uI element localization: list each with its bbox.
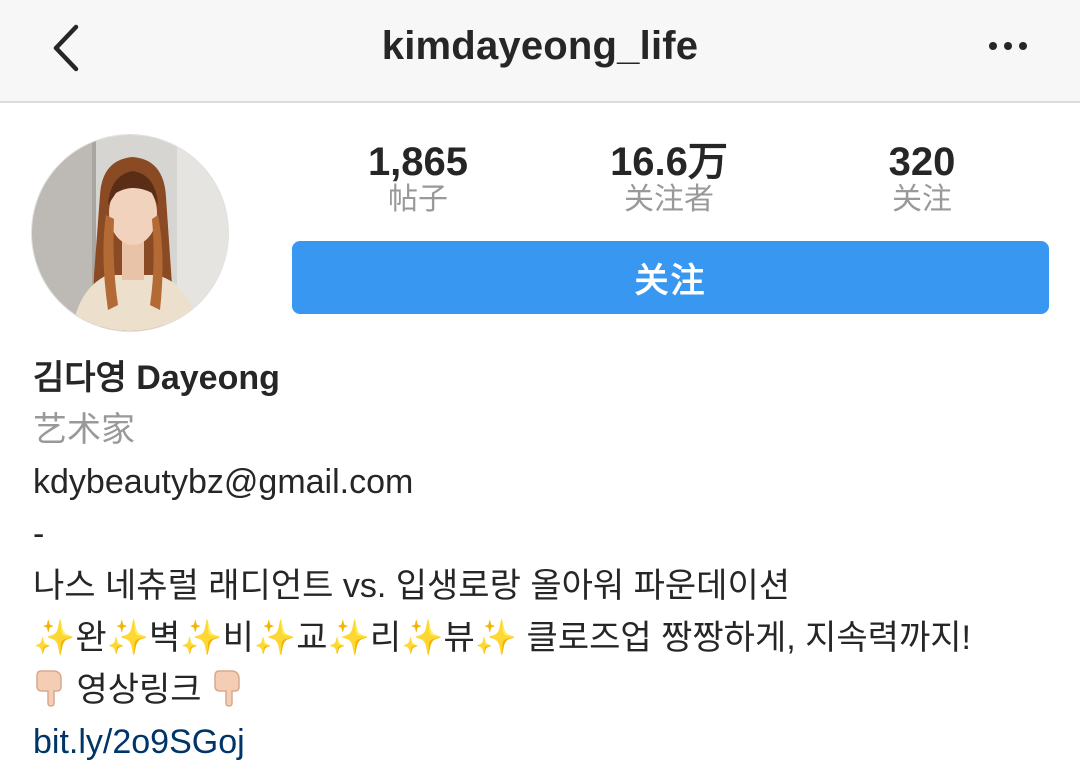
posts-count: 1,865	[367, 140, 469, 184]
review-char: 벽	[148, 619, 181, 657]
back-button[interactable]	[40, 20, 90, 76]
sparkles-icon: ✨	[253, 619, 297, 657]
followers-label: 关注者	[624, 183, 714, 216]
video-link-label: 영상링크	[76, 671, 202, 709]
profile-username-title: kimdayeong_life	[381, 24, 699, 68]
category-label: 艺术家	[33, 411, 135, 449]
sparkles-icon: ✨	[474, 619, 518, 657]
followers-stat[interactable]: 16.6万 关注者	[559, 140, 779, 218]
avatar-photo	[32, 135, 228, 331]
bio-text-line-2: ✨완✨벽✨비✨교✨리✨뷰✨ 클로즈업 짱짱하게, 지속력까지!	[33, 612, 1063, 664]
posts-stat[interactable]: 1,865 帖子	[308, 140, 528, 218]
review-char: 완	[75, 619, 107, 657]
review-char: 비	[222, 619, 254, 657]
bio-separator: -	[33, 515, 45, 553]
more-options-button[interactable]	[978, 26, 1038, 66]
sparkles-icon: ✨	[401, 619, 444, 657]
posts-label: 帖子	[388, 183, 448, 216]
sparkles-icon: ✨	[180, 619, 223, 657]
profile-avatar[interactable]	[31, 134, 229, 332]
review-char: 리	[369, 619, 402, 657]
top-nav-bar: kimdayeong_life	[0, 0, 1080, 103]
sparkles-icon: ✨	[106, 619, 149, 657]
sparkles-icon: ✨	[33, 619, 76, 657]
following-label: 关注	[892, 183, 952, 216]
profile-bio: 김다영 Dayeong 艺术家 kdybeautybz@gmail.com - …	[33, 352, 1063, 768]
contact-email: kdybeautybz@gmail.com	[33, 463, 414, 501]
pointing-down-hand-icon	[214, 670, 240, 707]
follow-button[interactable]: 关注	[292, 241, 1049, 314]
followers-count: 16.6万	[610, 140, 728, 184]
display-name: 김다영 Dayeong	[33, 359, 280, 397]
sparkles-icon: ✨	[327, 619, 370, 657]
more-horizontal-icon	[989, 42, 1027, 50]
following-stat[interactable]: 320 关注	[812, 140, 1032, 218]
pointing-down-hand-icon	[36, 670, 62, 707]
bio-text-line-1: 나스 네츄럴 래디언트 vs. 입생로랑 올아워 파운데이션	[33, 567, 791, 605]
bio-external-link[interactable]: bit.ly/2o9SGoj	[33, 716, 1063, 768]
bio-text-line-2-tail: 클로즈업 짱짱하게, 지속력까지!	[526, 619, 971, 657]
chevron-left-icon	[53, 24, 79, 72]
following-count: 320	[888, 140, 956, 184]
review-char: 교	[296, 619, 328, 657]
video-link-line: 영상링크	[33, 664, 1063, 716]
review-char: 뷰	[443, 619, 475, 657]
